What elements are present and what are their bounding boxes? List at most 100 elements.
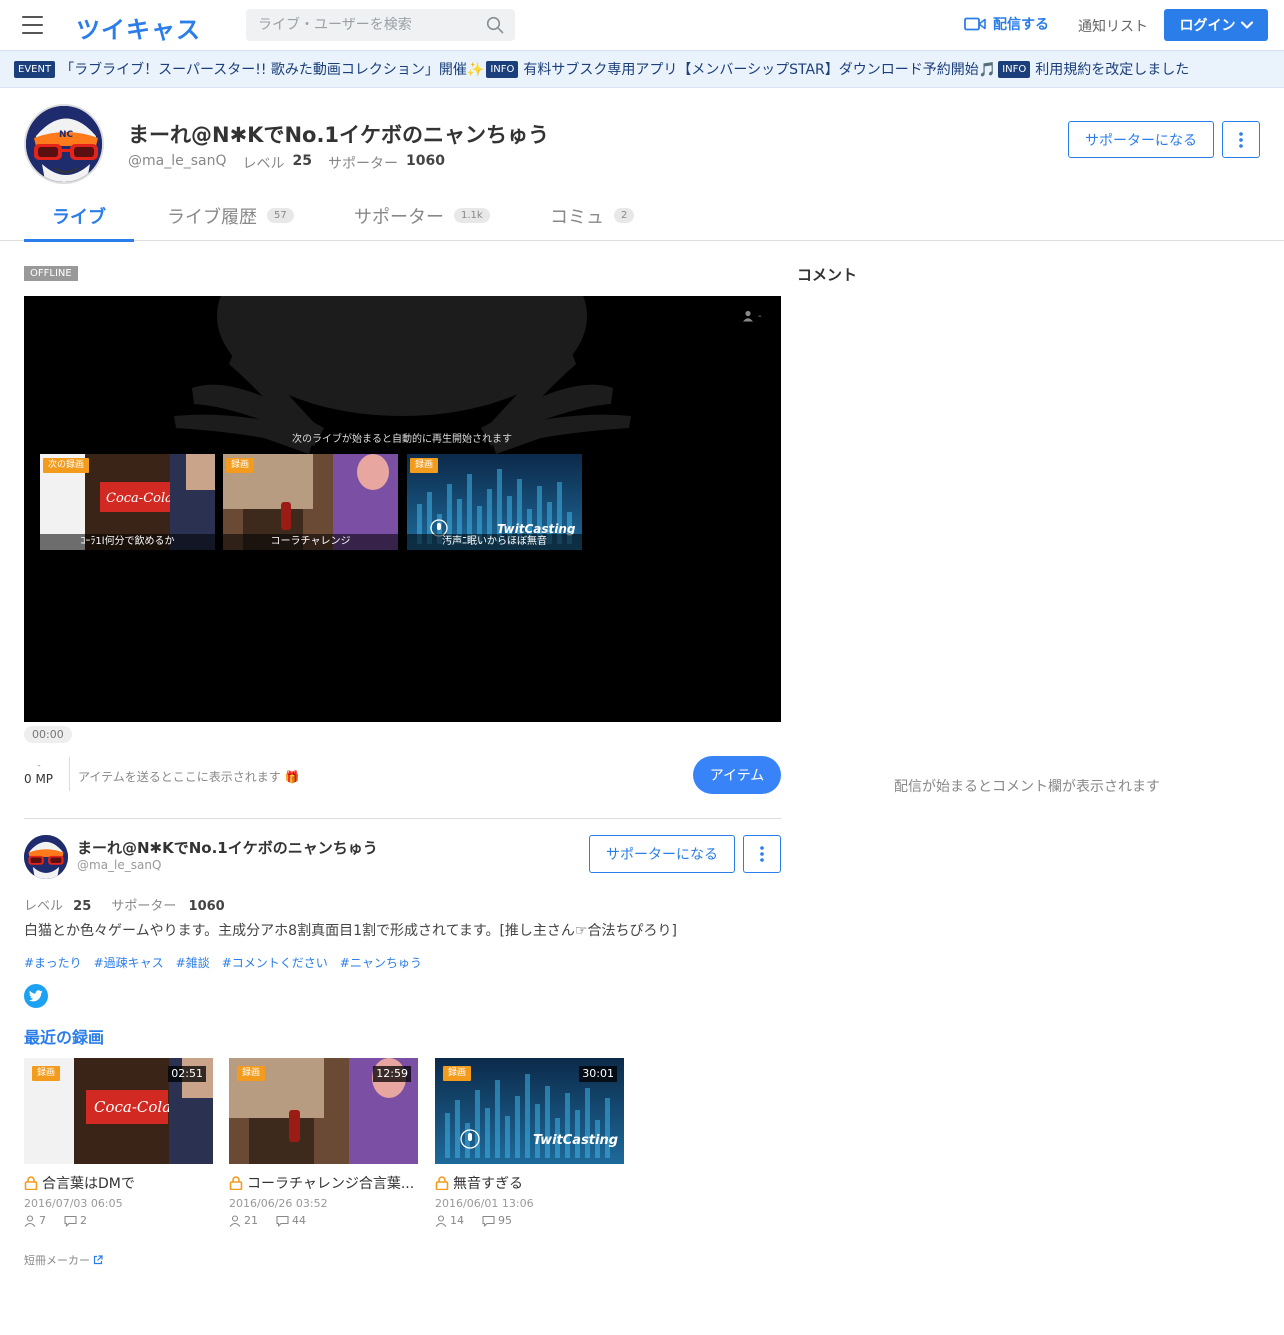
person-icon xyxy=(743,310,753,322)
avatar[interactable]: NC xyxy=(24,104,104,184)
recording-thumbnail[interactable]: TwitCasting 録画 汚声ﾆ眠いからほぼ無音 xyxy=(407,454,582,550)
tab-community[interactable]: コミュ 2 xyxy=(550,190,635,241)
tab-live-history[interactable]: ライブ履歴 57 xyxy=(167,190,294,241)
more-vertical-icon xyxy=(1239,131,1243,148)
recording-card[interactable]: TwitCasting 録画 30:01 無音すぎる 2016/06/01 13… xyxy=(435,1058,624,1227)
person-icon xyxy=(229,1214,241,1227)
announcement-link[interactable]: 有料サブスク専用アプリ【メンバーシップSTAR】ダウンロード予約開始🎵 xyxy=(523,59,996,79)
hashtag-link[interactable]: #まったり xyxy=(24,954,82,971)
svg-text:TwitCasting: TwitCasting xyxy=(533,1133,618,1148)
item-button[interactable]: アイテム xyxy=(693,756,781,794)
hashtag-link[interactable]: #コメントください xyxy=(222,954,328,971)
profile-meta: @ma_le_sanQ レベル 25 サポーター 1060 xyxy=(128,153,445,173)
recording-title-row[interactable]: 合言葉はDMで xyxy=(24,1173,213,1193)
avatar[interactable] xyxy=(24,835,68,879)
viewer-count: - xyxy=(742,310,762,322)
recording-card[interactable]: 録画 12:59 コーラチャレンジ合言葉... 2016/06/26 03:52… xyxy=(229,1058,418,1227)
lock-icon xyxy=(24,1176,38,1190)
hashtag-list: #まったり #過疎キャス #雑談 #コメントください #ニャンちゅう xyxy=(24,954,422,971)
recording-stats: 21 44 xyxy=(229,1214,418,1227)
next-recording-thumbnail[interactable]: Coca-Cola 次の録画 ｺｰﾗ1l何分で飲めるか xyxy=(40,454,215,550)
person-icon xyxy=(435,1214,447,1227)
profile-name[interactable]: まーれ@N✱KでNo.1イケボのニャンちゅう xyxy=(77,837,378,858)
search-input[interactable] xyxy=(246,9,485,41)
login-label: ログイン xyxy=(1179,18,1236,34)
level-label: レベル xyxy=(24,899,64,914)
video-camera-icon xyxy=(964,17,986,31)
comment-title: コメント xyxy=(797,266,858,284)
search-box xyxy=(246,9,515,41)
become-supporter-button[interactable]: サポーターになる xyxy=(589,835,735,873)
comment-count: 2 xyxy=(80,1214,87,1227)
recent-recordings-title[interactable]: 最近の録画 xyxy=(24,1024,104,1048)
chevron-down-icon xyxy=(1240,21,1253,29)
comment-icon xyxy=(64,1215,77,1227)
broadcast-label: 配信する xyxy=(993,17,1049,33)
recording-thumbnail[interactable]: 録画 コーラチャレンジ xyxy=(223,454,398,550)
hashtag-link[interactable]: #ニャンちゅう xyxy=(340,954,422,971)
recording-thumbnail[interactable]: TwitCasting 録画 30:01 xyxy=(435,1058,624,1164)
comment-count: 95 xyxy=(498,1214,512,1227)
comment-icon xyxy=(482,1215,495,1227)
profile-handle: @ma_le_sanQ xyxy=(128,153,227,169)
recording-date: 2016/06/26 03:52 xyxy=(229,1197,328,1210)
item-message: アイテムを送るとここに表示されます 🎁 xyxy=(78,770,300,784)
announcement-link[interactable]: 「ラブライブ！スーパースター!! 歌みた動画コレクション」開催✨ xyxy=(60,59,484,79)
tab-live[interactable]: ライブ xyxy=(24,190,134,242)
recording-duration: 02:51 xyxy=(168,1066,206,1082)
viewer-count: 7 xyxy=(39,1214,46,1227)
recording-stats: 7 2 xyxy=(24,1214,213,1227)
twitter-icon[interactable] xyxy=(24,984,48,1008)
info-badge: INFO xyxy=(998,60,1031,78)
mp-counter: - 0 MP xyxy=(24,761,54,787)
become-supporter-button[interactable]: サポーターになる xyxy=(1068,121,1214,158)
external-link-icon xyxy=(93,1255,103,1265)
recording-tag: 録画 xyxy=(237,1066,266,1081)
recording-thumbnail[interactable]: 録画 12:59 xyxy=(229,1058,418,1164)
recording-card[interactable]: Coca-Cola 録画 02:51 合言葉はDMで 2016/07/03 06… xyxy=(24,1058,213,1227)
tanzaku-label: 短冊メーカー xyxy=(24,1254,90,1267)
lock-icon xyxy=(229,1176,243,1190)
tab-count: 2 xyxy=(614,208,635,223)
info-badge: INFO xyxy=(486,60,519,78)
recording-date: 2016/06/01 13:06 xyxy=(435,1197,534,1210)
next-live-message-text: 次のライブが始まると自動的に再生開始されます xyxy=(292,434,512,445)
tab-label: サポーター xyxy=(354,206,444,228)
announcement-link[interactable]: 利用規約を改定しました xyxy=(1035,59,1189,79)
next-recording-tag: 次の録画 xyxy=(43,458,90,473)
profile-stats: レベル 25 サポーター 1060 xyxy=(24,895,225,914)
hashtag-link[interactable]: #過疎キャス xyxy=(94,954,164,971)
recording-duration: 30:01 xyxy=(579,1066,617,1082)
svg-text:Coca-Cola: Coca-Cola xyxy=(94,1098,171,1116)
search-icon[interactable] xyxy=(485,15,505,35)
thumbnail-title: ｺｰﾗ1l何分で飲めるか xyxy=(40,534,215,550)
tanzaku-maker-link[interactable]: 短冊メーカー xyxy=(24,1252,103,1268)
recording-thumbnail[interactable]: Coca-Cola 録画 02:51 xyxy=(24,1058,213,1164)
login-button[interactable]: ログイン xyxy=(1164,9,1268,41)
event-badge: EVENT xyxy=(14,60,56,78)
notification-list-link[interactable]: 通知リスト xyxy=(1078,16,1148,36)
recording-title: コーラチャレンジ合言葉... xyxy=(247,1176,415,1192)
announcement-bar: EVENT 「ラブライブ！スーパースター!! 歌みた動画コレクション」開催✨ I… xyxy=(0,50,1284,88)
more-options-button[interactable] xyxy=(1222,121,1260,158)
recording-title-row[interactable]: コーラチャレンジ合言葉... xyxy=(229,1173,418,1193)
thumbnail-title: コーラチャレンジ xyxy=(223,534,398,550)
more-options-button[interactable] xyxy=(743,835,781,873)
broadcast-button[interactable]: 配信する xyxy=(964,14,1049,34)
recording-tag: 録画 xyxy=(32,1066,61,1081)
video-player[interactable]: - 次のライブが始まると自動的に再生開始されます Coca-Cola 次の録画 … xyxy=(24,296,781,722)
person-icon xyxy=(24,1214,36,1227)
playback-time: 00:00 xyxy=(24,726,72,743)
recording-title-row[interactable]: 無音すぎる xyxy=(435,1173,624,1193)
level-label: レベル xyxy=(242,156,285,172)
level-value: 25 xyxy=(73,899,92,914)
menu-icon[interactable] xyxy=(22,16,43,34)
level-value: 25 xyxy=(292,153,312,169)
top-header: ツイキャス 配信する 通知リスト ログイン xyxy=(0,0,1284,50)
site-logo[interactable]: ツイキャス xyxy=(76,10,201,45)
hashtag-link[interactable]: #雑談 xyxy=(176,954,210,971)
mp-dash: - xyxy=(37,761,41,771)
tab-supporters[interactable]: サポーター 1.1k xyxy=(354,190,490,241)
tab-label: ライブ xyxy=(52,206,106,228)
profile-name: まーれ@N✱KでNo.1イケボのニャンちゅう xyxy=(128,123,550,147)
